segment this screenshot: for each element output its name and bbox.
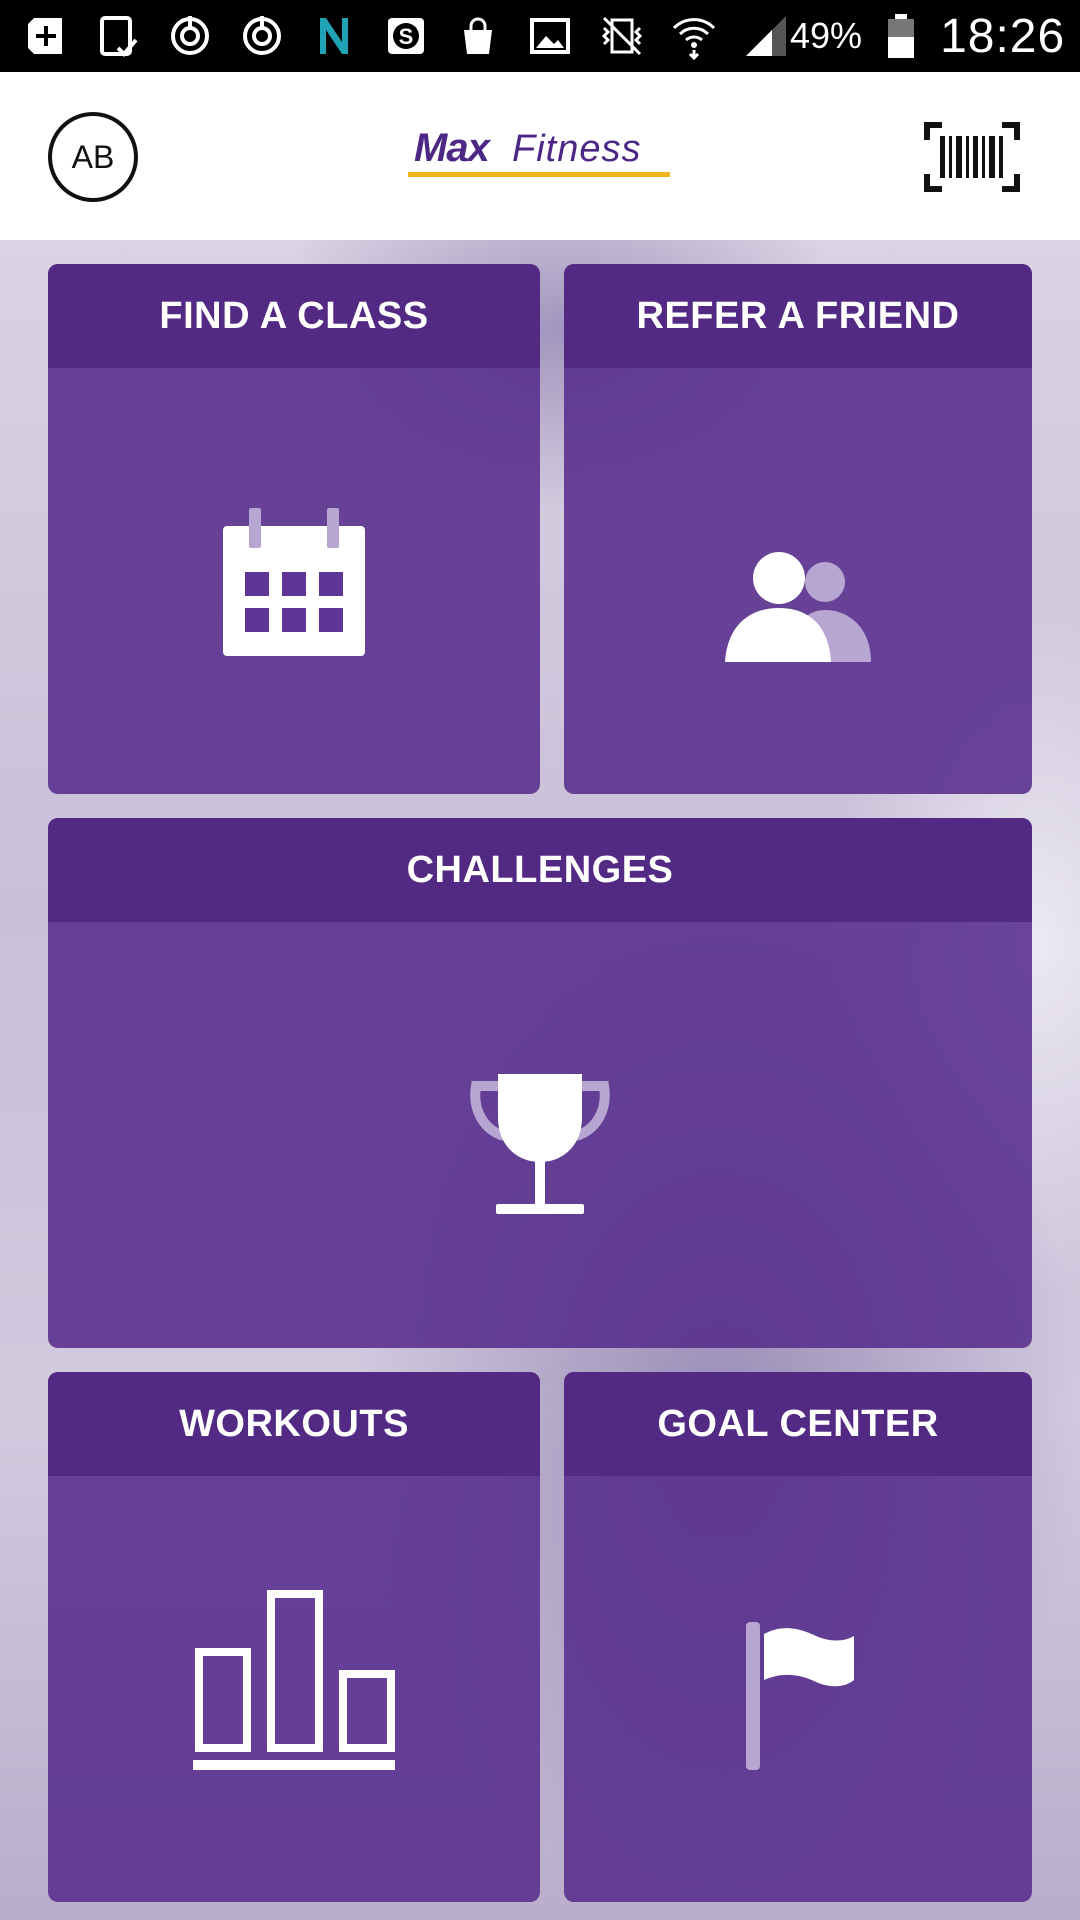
- tablet-check-icon: [94, 12, 142, 60]
- add-box-icon: [22, 12, 70, 60]
- barcode-scan-icon[interactable]: [924, 122, 1020, 192]
- shopping-bag-icon: [454, 12, 502, 60]
- n-app-icon: [310, 12, 358, 60]
- challenges-tile[interactable]: CHALLENGES: [48, 818, 1032, 1348]
- avatar[interactable]: AB: [48, 112, 138, 202]
- sync-icon: [166, 12, 214, 60]
- logo-underline: [408, 172, 670, 177]
- signal-icon: [742, 12, 790, 60]
- refer-a-friend-tile[interactable]: REFER A FRIEND: [564, 264, 1032, 794]
- battery-percent: 49%: [790, 15, 863, 56]
- app-header: AB Max Fitness: [0, 72, 1080, 240]
- status-bar-notifications: S: [22, 12, 790, 60]
- vibrate-mute-icon: [598, 12, 646, 60]
- bar-chart-icon: [193, 1588, 395, 1777]
- logo-max-text: Max: [414, 126, 490, 170]
- tile-title: WORKOUTS: [48, 1372, 540, 1476]
- status-bar-system: 49% 18:26: [790, 9, 1065, 64]
- flag-icon: [746, 1622, 856, 1775]
- tile-title: REFER A FRIEND: [564, 264, 1032, 368]
- tile-title: FIND A CLASS: [48, 264, 540, 368]
- battery-icon: [886, 12, 916, 60]
- goal-center-tile[interactable]: GOAL CENTER: [564, 1372, 1032, 1902]
- maxfitness-logo: Max Fitness: [408, 126, 672, 192]
- people-icon: [725, 548, 873, 667]
- avatar-initials: AB: [71, 138, 115, 175]
- dashboard: FIND A CLASS REFER A FRIEND CHALLENGES W…: [0, 240, 1080, 1920]
- image-icon: [526, 12, 574, 60]
- tile-title: GOAL CENTER: [564, 1372, 1032, 1476]
- clock: 18:26: [940, 9, 1066, 63]
- find-a-class-tile[interactable]: FIND A CLASS: [48, 264, 540, 794]
- logo-fitness-text: Fitness: [512, 128, 642, 170]
- trophy-icon: [470, 1074, 610, 1223]
- tile-title: CHALLENGES: [48, 818, 1032, 922]
- wifi-icon: [670, 12, 718, 60]
- workouts-tile[interactable]: WORKOUTS: [48, 1372, 540, 1902]
- svg-text:S: S: [399, 24, 414, 49]
- skype-icon: S: [382, 12, 430, 60]
- sync-icon: [238, 12, 286, 60]
- calendar-icon: [223, 508, 365, 661]
- status-bar: S 49% 18:26: [0, 0, 1080, 72]
